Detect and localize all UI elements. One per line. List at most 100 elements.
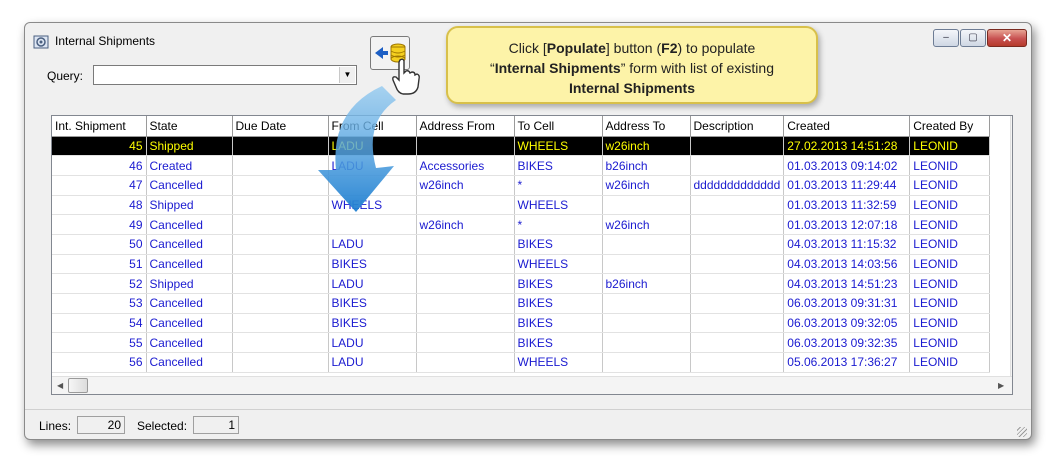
table-cell: 04.03.2013 11:15:32	[783, 234, 911, 255]
horizontal-scroll-thumb[interactable]	[68, 378, 88, 393]
resize-grip-icon[interactable]	[1017, 427, 1027, 437]
table-cell: BIKES	[514, 155, 603, 176]
table-cell: LEONID	[909, 214, 991, 235]
table-cell: LADU	[328, 273, 417, 294]
table-row[interactable]: 49 Cancelled w26inch * w26inch 01.03.2013 12:…	[52, 214, 991, 235]
chevron-down-icon[interactable]: ▼	[339, 67, 355, 83]
status-bar: Lines: 20 Selected: 1	[25, 409, 1031, 440]
table-row[interactable]: 50 Cancelled LADU BIKES 04.03.2013 11:15:32 L…	[52, 234, 991, 255]
table-row[interactable]: 52 Shipped LADU BIKES b26inch 04.03.2013 14:5…	[52, 273, 991, 294]
table-cell	[690, 214, 785, 235]
table-cell: Shipped	[146, 195, 233, 216]
table-cell: Cancelled	[146, 313, 233, 334]
table-cell: LADU	[328, 155, 417, 176]
table-cell: 27.02.2013 14:51:28	[783, 136, 911, 157]
table-cell	[328, 214, 417, 235]
column-header[interactable]: Created By	[909, 116, 991, 137]
table-cell: 01.03.2013 12:07:18	[783, 214, 911, 235]
table-cell: LEONID	[909, 273, 991, 294]
table-cell	[232, 234, 329, 255]
table-cell: *	[514, 214, 603, 235]
table-cell: BIKES	[514, 293, 603, 314]
maximize-button[interactable]: ▢	[960, 29, 986, 47]
table-cell: w26inch	[602, 175, 691, 196]
table-cell	[690, 352, 785, 373]
table-cell: 06.03.2013 09:32:05	[783, 313, 911, 334]
column-header[interactable]: State	[146, 116, 233, 137]
table-row[interactable]: 55 Cancelled LADU BIKES 06.03.2013 09:32:35 L…	[52, 332, 991, 354]
column-header[interactable]: To Cell	[514, 116, 603, 137]
table-cell	[690, 155, 785, 176]
table-cell: 47	[52, 175, 147, 196]
minimize-button[interactable]: –	[933, 29, 959, 47]
table-cell	[232, 254, 329, 275]
table-header: Int. Shipment State Due Date From Cell Addre…	[52, 116, 991, 137]
table-cell: WHEELS	[514, 254, 603, 275]
table-cell	[416, 254, 515, 275]
table-cell: Shipped	[146, 273, 233, 294]
table-cell	[690, 254, 785, 275]
table-cell	[232, 313, 329, 334]
table-cell	[232, 332, 329, 354]
table-cell: LEONID	[909, 155, 991, 176]
table-body: 45 Shipped LADU WHEELS w26inch 27.02.2013 14:…	[52, 136, 991, 373]
table-cell: Cancelled	[146, 293, 233, 314]
table-cell: 04.03.2013 14:03:56	[783, 254, 911, 275]
horizontal-scrollbar[interactable]: ◀ ▶	[52, 376, 1012, 394]
table-row[interactable]: 45 Shipped LADU WHEELS w26inch 27.02.2013 14:…	[52, 136, 991, 157]
table-row[interactable]: 47 Cancelled w26inch * w26inch ddddddddddddd 0…	[52, 175, 991, 196]
column-header[interactable]: From Cell	[328, 116, 417, 137]
table-cell: 45	[52, 136, 147, 157]
table-cell: LEONID	[909, 352, 991, 373]
table-row[interactable]: 46 Created LADU Accessories BIKES b26inch 01.0…	[52, 155, 991, 176]
column-header[interactable]: Address From	[416, 116, 515, 137]
table-cell: WHEELS	[514, 136, 603, 157]
table-row[interactable]: 51 Cancelled BIKES WHEELS 04.03.2013 14:03:5…	[52, 254, 991, 275]
vertical-scroll-thumb[interactable]	[1012, 259, 1013, 278]
table-cell: BIKES	[328, 254, 417, 275]
table-row[interactable]: 53 Cancelled BIKES BIKES 06.03.2013 09:31:31…	[52, 293, 991, 314]
table-cell: LADU	[328, 332, 417, 354]
table-cell	[232, 195, 329, 216]
close-button[interactable]: ✕	[987, 29, 1027, 47]
table-cell: LEONID	[909, 332, 991, 354]
callout-line-3: Internal Shipments	[448, 78, 816, 98]
table-cell	[416, 234, 515, 255]
table-cell: LADU	[328, 234, 417, 255]
table-cell	[232, 136, 329, 157]
table-row[interactable]: 48 Shipped WHEELS WHEELS 01.03.2013 11:32:59…	[52, 195, 991, 216]
table-row[interactable]: 56 Cancelled LADU WHEELS 05.06.2013 17:36:27…	[52, 352, 991, 373]
table-cell	[690, 234, 785, 255]
table-cell: 05.06.2013 17:36:27	[783, 352, 911, 373]
table-cell: 51	[52, 254, 147, 275]
table-cell: 56	[52, 352, 147, 373]
table-cell: w26inch	[416, 214, 515, 235]
table-cell	[416, 273, 515, 294]
table-cell: BIKES	[514, 234, 603, 255]
scroll-left-icon[interactable]: ◀	[57, 381, 63, 390]
scroll-right-icon[interactable]: ▶	[998, 381, 1004, 390]
table-cell: *	[514, 175, 603, 196]
column-header[interactable]: Int. Shipment	[52, 116, 147, 137]
table-cell: LEONID	[909, 234, 991, 255]
table-cell: BIKES	[328, 293, 417, 314]
table-cell: 01.03.2013 11:29:44	[783, 175, 911, 196]
table-cell: BIKES	[514, 273, 603, 294]
minimize-icon: –	[943, 32, 949, 43]
column-header[interactable]: Description	[690, 116, 785, 137]
table-cell: Cancelled	[146, 175, 233, 196]
column-header[interactable]: Due Date	[232, 116, 329, 137]
table-cell	[232, 155, 329, 176]
shipments-grid[interactable]: Int. Shipment State Due Date From Cell Addre…	[51, 115, 1013, 395]
table-cell: b26inch	[602, 155, 691, 176]
column-header[interactable]: Address To	[602, 116, 691, 137]
table-cell	[690, 273, 785, 294]
vertical-scrollbar[interactable]: ▲ ▼	[1010, 116, 1013, 376]
table-cell: Cancelled	[146, 214, 233, 235]
table-row[interactable]: 54 Cancelled BIKES BIKES 06.03.2013 09:32:05…	[52, 313, 991, 334]
column-header[interactable]: Created	[783, 116, 911, 137]
table-cell	[690, 195, 785, 216]
query-select[interactable]: ▼	[93, 65, 357, 85]
table-cell: Cancelled	[146, 332, 233, 354]
table-cell: LEONID	[909, 175, 991, 196]
